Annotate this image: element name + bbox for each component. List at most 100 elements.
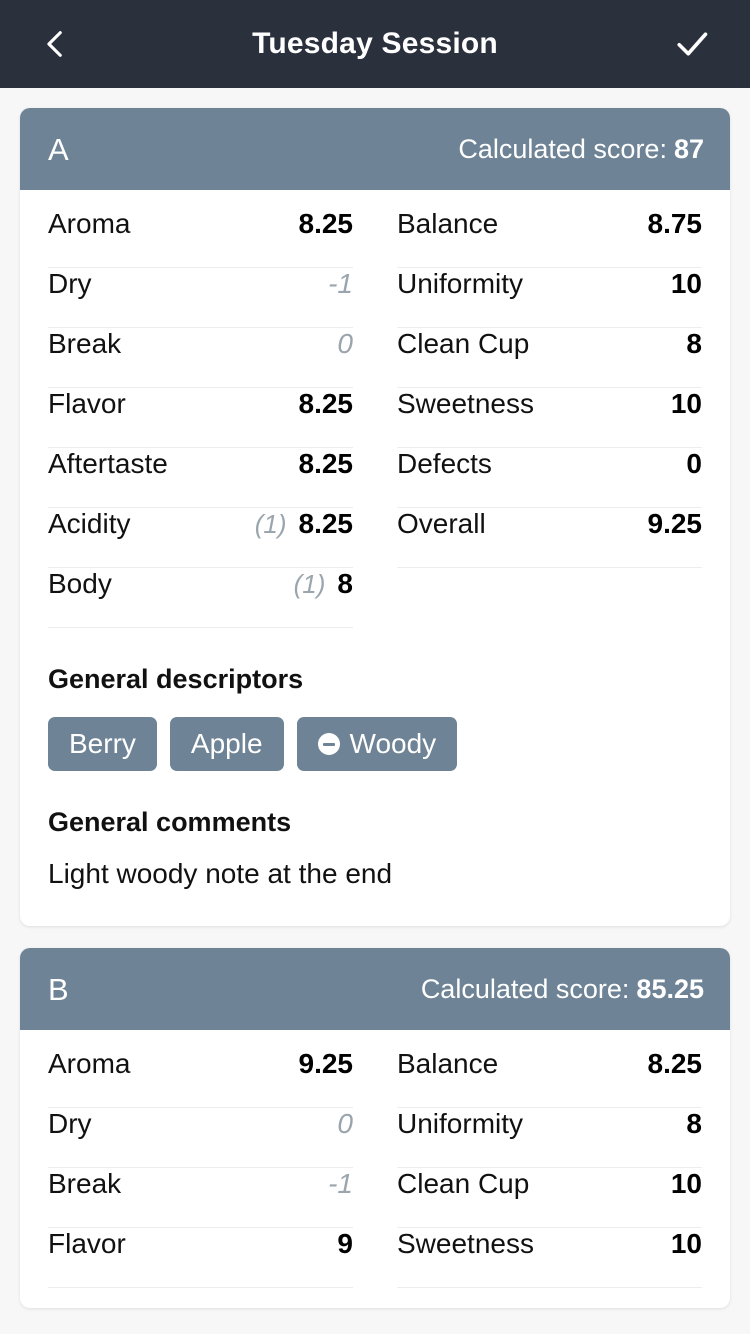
score-value-group: 0	[337, 1108, 353, 1140]
score-label: Balance	[397, 208, 499, 239]
score-row[interactable]: Clean Cup 10	[397, 1168, 702, 1229]
score-value: 0	[337, 1108, 353, 1140]
minus-circle-icon	[317, 733, 340, 756]
score-label: Acidity	[48, 508, 131, 539]
confirm-button[interactable]	[664, 16, 720, 72]
score-row[interactable]: Sweetness 10	[397, 1228, 702, 1289]
sample-card[interactable]: A Calculated score: 87 Aroma 8.25 Dry -1 Break 0…	[20, 108, 730, 927]
score-row[interactable]: Balance 8.25	[397, 1048, 703, 1109]
sample-card[interactable]: B Calculated score: 85.25 Aroma 9.25 Dry 0 Brea…	[20, 948, 730, 1309]
score-column-left: Aroma 9.25 Dry 0 Break -1 Flavor 9	[48, 1048, 354, 1289]
score-label: Flavor	[48, 1228, 126, 1260]
score-row[interactable]: Defects 0	[397, 448, 702, 508]
score-value: -1	[328, 268, 353, 299]
score-label: Clean Cup	[397, 1168, 530, 1200]
score-column-right: Balance 8.25 Uniformity 8 Clean Cup 10 Sweetne…	[397, 1048, 703, 1289]
score-label: Sweetness	[397, 1228, 534, 1260]
score-value-group: 9.25	[299, 1048, 354, 1080]
score-label: Aroma	[48, 1048, 131, 1080]
score-row[interactable]: Flavor 9	[48, 1228, 353, 1289]
score-value-group: 10	[671, 1228, 702, 1260]
score-row[interactable]: Break 0	[48, 328, 353, 388]
score-row[interactable]: Acidity (1) 8.25	[48, 508, 353, 568]
score-row[interactable]: Aroma 9.25	[48, 1048, 354, 1109]
comments-title: General comments	[48, 807, 292, 838]
score-row[interactable]: Uniformity 10	[397, 268, 702, 328]
descriptor-chip[interactable]: Berry	[48, 717, 157, 772]
back-button[interactable]	[28, 16, 84, 72]
score-row[interactable]: Aftertaste 8.25	[48, 448, 353, 508]
score-label: Flavor	[48, 388, 126, 419]
score-value: 10	[670, 388, 702, 419]
score-value-group: -1	[328, 268, 353, 300]
score-row[interactable]: Uniformity 8	[397, 1108, 702, 1169]
descriptor-chip[interactable]: Woody	[296, 717, 458, 772]
score-value-group: 10	[671, 388, 702, 420]
score-value: 8.25	[298, 448, 354, 479]
score-row[interactable]: Dry 0	[48, 1108, 353, 1169]
score-label: Dry	[48, 268, 92, 299]
calculated-score: Calculated score: 87	[458, 133, 704, 164]
score-label: Dry	[48, 1108, 92, 1140]
score-value: 8	[686, 1108, 702, 1140]
score-value-group: (1) 8	[294, 568, 353, 600]
score-value: 8.25	[647, 1048, 703, 1080]
score-row[interactable]: Clean Cup 8	[397, 328, 702, 388]
score-row[interactable]: Break -1	[48, 1168, 353, 1229]
sample-letter: B	[48, 971, 69, 1007]
comment-text[interactable]: Light woody note at the end	[48, 858, 702, 926]
score-value-group: 0	[686, 448, 702, 480]
score-value: 10	[670, 1168, 702, 1200]
sample-card-body: Aroma 9.25 Dry 0 Break -1 Flavor 9 Balance 8.25 Un…	[20, 1030, 730, 1308]
chevron-left-icon	[39, 27, 73, 61]
calculated-score: Calculated score: 85.25	[421, 973, 704, 1004]
score-label: Overall	[397, 508, 486, 539]
cards-scroll-area[interactable]: A Calculated score: 87 Aroma 8.25 Dry -1 Break 0…	[0, 88, 750, 1334]
score-label: Sweetness	[397, 388, 534, 419]
score-note: (1)	[254, 509, 287, 539]
score-label: Body	[48, 568, 112, 599]
score-row[interactable]: Sweetness 10	[397, 388, 702, 448]
score-label: Aroma	[48, 208, 131, 239]
descriptor-chip-label: Apple	[190, 728, 263, 759]
score-label: Aftertaste	[48, 448, 168, 479]
score-row[interactable]: Flavor 8.25	[48, 388, 353, 448]
descriptors-title: General descriptors	[48, 664, 304, 694]
score-value-group: 8.25	[299, 448, 354, 480]
score-value: 9.25	[298, 1048, 354, 1080]
score-value: 8.25	[298, 208, 354, 239]
score-value-group: 9.25	[648, 508, 703, 540]
score-label: Clean Cup	[397, 328, 530, 359]
score-value-group: 10	[671, 1168, 702, 1200]
score-value: 9.25	[647, 508, 703, 539]
calculated-score-label: Calculated score:	[458, 133, 667, 164]
descriptor-chip-label: Woody	[349, 728, 437, 759]
score-value-group: 8.25	[299, 208, 354, 240]
score-value: 10	[670, 1228, 702, 1260]
calculated-score-value: 85.25	[636, 973, 704, 1004]
score-row[interactable]: Body (1) 8	[48, 568, 353, 628]
sample-card-body: Aroma 8.25 Dry -1 Break 0 Flavor 8.25 Aftertaste…	[20, 190, 730, 926]
sample-card-header[interactable]: A Calculated score: 87	[20, 108, 730, 190]
sample-card-header[interactable]: B Calculated score: 85.25	[20, 948, 730, 1031]
score-value-group: 10	[671, 268, 702, 300]
score-value-group: 9	[337, 1228, 353, 1260]
app-bar: Tuesday Session	[0, 0, 750, 88]
score-label: Balance	[397, 1048, 499, 1080]
score-value: 8.25	[298, 508, 354, 539]
score-value-group: -1	[328, 1168, 353, 1200]
score-row[interactable]: Dry -1	[48, 268, 353, 328]
score-note: (1)	[293, 569, 326, 599]
score-value: 0	[686, 448, 702, 479]
score-label: Uniformity	[397, 268, 524, 299]
score-columns: Aroma 9.25 Dry 0 Break -1 Flavor 9 Balance 8.25 Un…	[48, 1048, 703, 1289]
score-column-right: Balance 8.75 Uniformity 10 Clean Cup 8 Sweetne…	[397, 208, 702, 568]
score-row[interactable]: Aroma 8.25	[48, 208, 353, 268]
score-label: Uniformity	[397, 1108, 524, 1140]
score-value: 8.75	[647, 208, 703, 239]
score-value-group: 8	[686, 1108, 702, 1140]
descriptor-chip[interactable]: Apple	[169, 717, 284, 772]
score-row[interactable]: Balance 8.75	[397, 208, 702, 268]
score-label: Defects	[397, 448, 492, 479]
score-row[interactable]: Overall 9.25	[397, 508, 702, 568]
